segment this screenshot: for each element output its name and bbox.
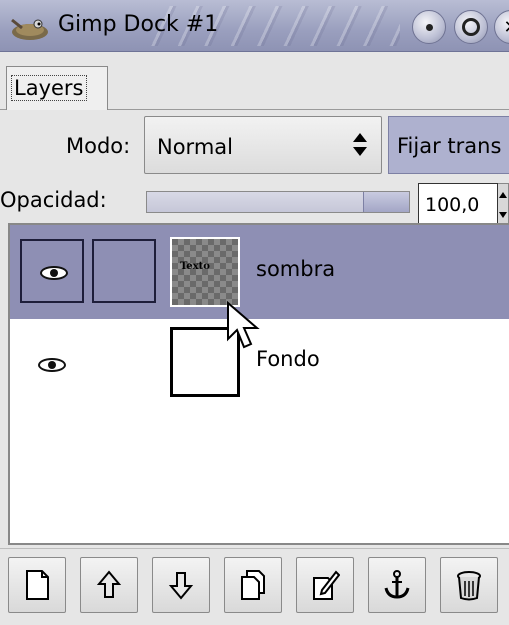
mode-label: Modo: bbox=[66, 134, 131, 158]
keep-transparency-toggle[interactable]: Fijar trans bbox=[388, 116, 509, 174]
shade-icon bbox=[425, 23, 433, 31]
close-button[interactable]: ✕ bbox=[494, 10, 509, 44]
thumbnail-text: Texto bbox=[180, 261, 210, 272]
opacity-slider-handle[interactable] bbox=[363, 192, 409, 212]
layer-list[interactable]: Texto sombra Fondo bbox=[8, 223, 509, 545]
mode-select-value: Normal bbox=[157, 135, 233, 159]
shade-button[interactable] bbox=[412, 10, 446, 44]
tab-layers-label: Layers bbox=[11, 75, 87, 101]
eye-icon bbox=[38, 358, 66, 372]
opacity-spinner[interactable] bbox=[498, 183, 509, 227]
new-layer-button[interactable] bbox=[8, 557, 66, 613]
edit-layer-icon bbox=[313, 570, 340, 600]
lower-layer-icon bbox=[168, 572, 194, 600]
delete-layer-button[interactable] bbox=[440, 557, 498, 613]
duplicate-layer-button[interactable] bbox=[224, 557, 282, 613]
keep-transparency-label: Fijar trans bbox=[397, 134, 502, 158]
eye-icon bbox=[40, 266, 68, 280]
raise-layer-button[interactable] bbox=[80, 557, 138, 613]
opacity-slider[interactable] bbox=[146, 191, 410, 213]
updown-arrows-icon bbox=[353, 131, 367, 159]
link-toggle[interactable] bbox=[92, 239, 156, 303]
opacity-label: Opacidad: bbox=[0, 188, 107, 212]
visibility-toggle[interactable] bbox=[20, 239, 84, 303]
mouse-pointer-icon bbox=[227, 301, 260, 349]
close-icon: ✕ bbox=[503, 17, 509, 38]
visibility-toggle[interactable] bbox=[20, 333, 84, 397]
duplicate-layer-icon bbox=[241, 570, 265, 600]
anchor-icon bbox=[384, 570, 410, 599]
edit-layer-attributes-button[interactable] bbox=[296, 557, 354, 613]
layer-thumbnail[interactable]: Texto bbox=[170, 237, 240, 307]
maximize-icon bbox=[462, 18, 480, 36]
mode-select[interactable]: Normal bbox=[144, 116, 382, 174]
tab-bar: Layers bbox=[0, 58, 509, 110]
maximize-button[interactable] bbox=[454, 10, 488, 44]
gimp-wilber-icon[interactable] bbox=[8, 14, 52, 42]
layer-name[interactable]: sombra bbox=[256, 257, 335, 281]
anchor-layer-button[interactable] bbox=[368, 557, 426, 613]
title-bar[interactable]: Gimp Dock #1 ✕ bbox=[0, 0, 509, 52]
new-layer-icon bbox=[26, 570, 49, 600]
opacity-input[interactable]: 100,0 bbox=[418, 183, 498, 227]
layer-toolbar bbox=[0, 548, 509, 618]
lower-layer-button[interactable] bbox=[152, 557, 210, 613]
trash-icon bbox=[457, 571, 481, 601]
window-title: Gimp Dock #1 bbox=[58, 12, 219, 37]
raise-layer-icon bbox=[96, 570, 122, 598]
tab-layers[interactable]: Layers bbox=[6, 66, 108, 110]
